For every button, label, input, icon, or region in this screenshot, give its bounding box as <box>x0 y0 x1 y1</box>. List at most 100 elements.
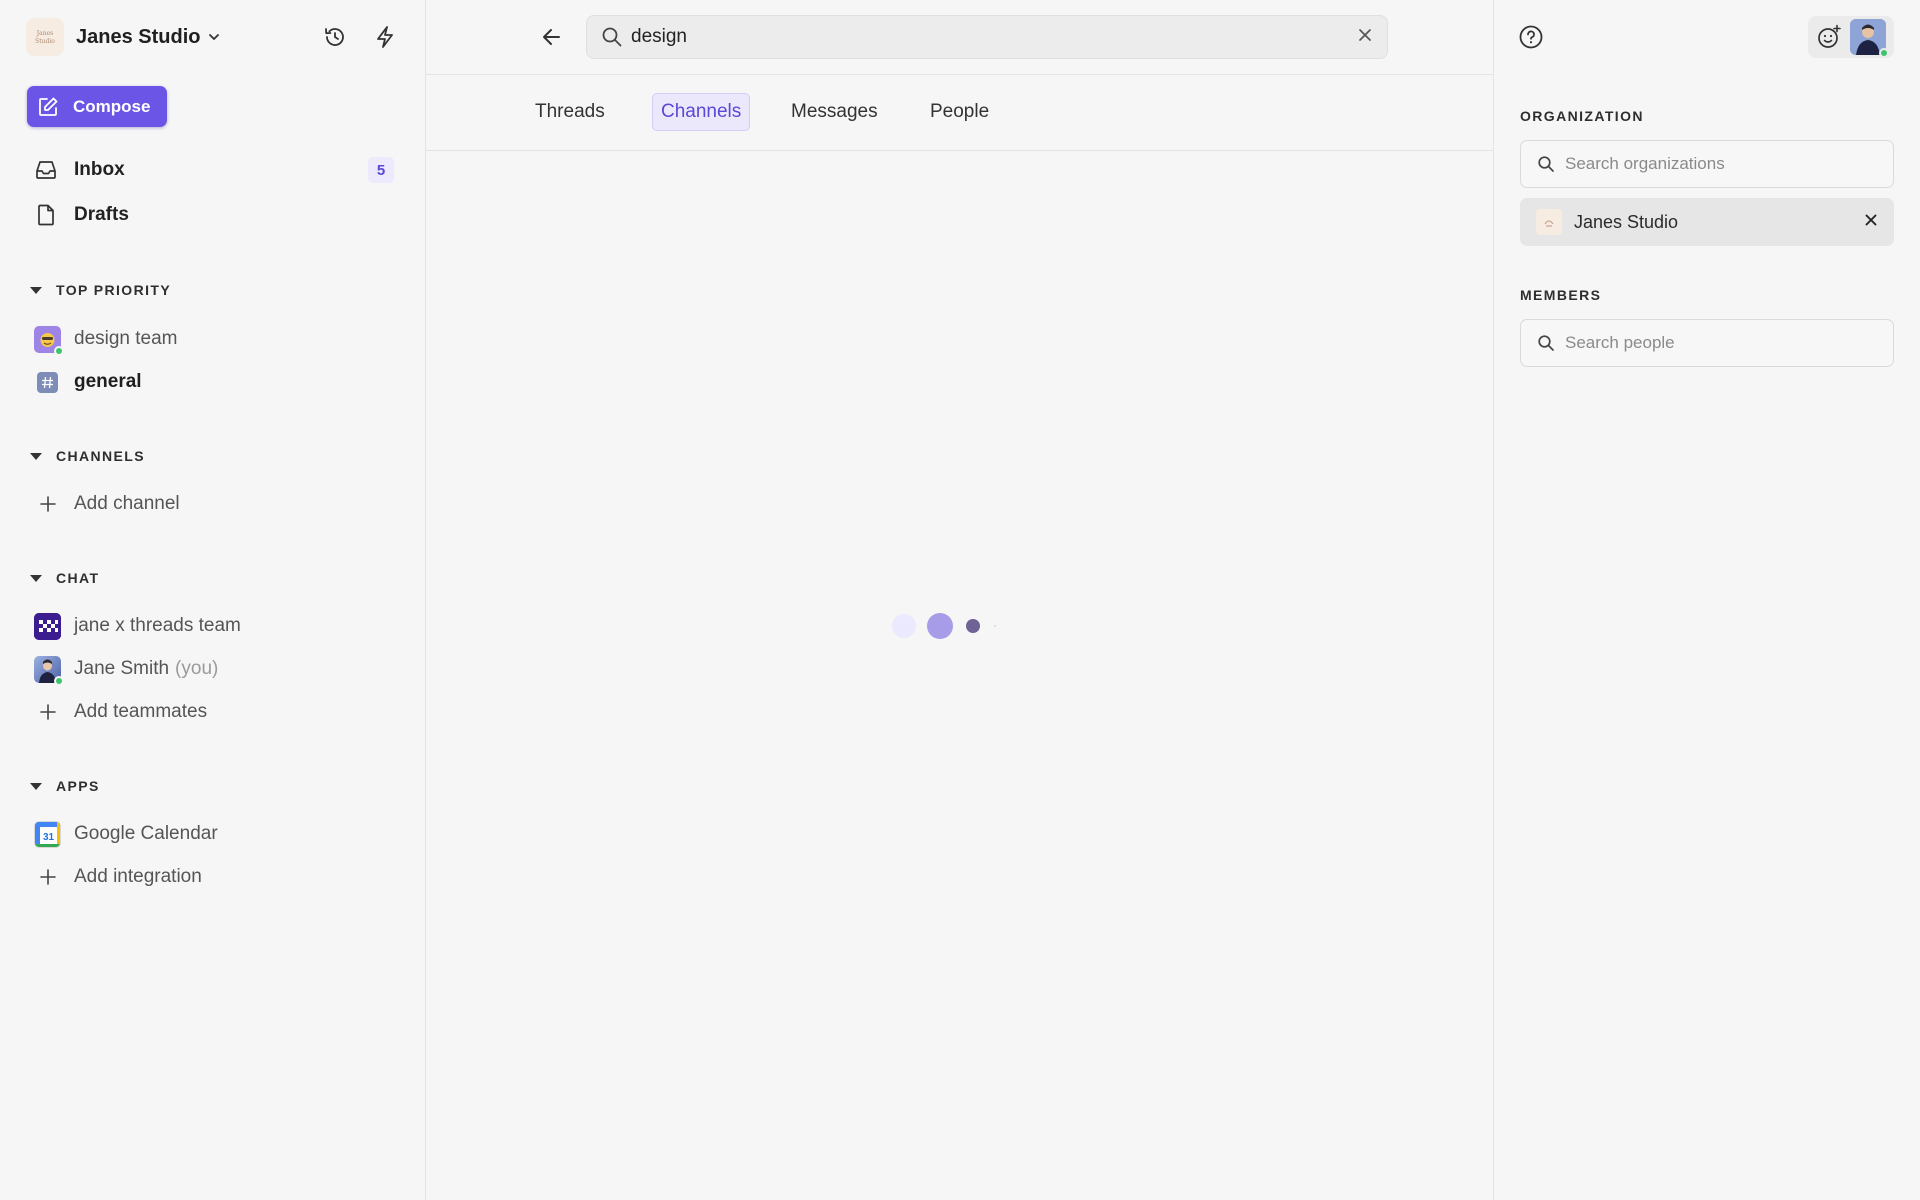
selected-organization-chip: Janes Studio <box>1520 198 1894 246</box>
caret-down-icon <box>30 286 42 294</box>
search-icon <box>1538 156 1554 172</box>
caret-down-icon <box>30 574 42 582</box>
workspace-actions <box>321 23 399 51</box>
loader-dot <box>966 619 980 633</box>
organization-search <box>1520 140 1894 188</box>
question-circle-icon <box>1519 25 1543 49</box>
section-top-priority-title: TOP PRIORITY <box>56 282 172 298</box>
back-button[interactable] <box>538 22 566 57</box>
checker-pattern-graphic <box>34 612 61 640</box>
workspace-header: Janes Studio Janes Studio <box>0 0 425 74</box>
workspace-name[interactable]: Janes Studio <box>76 26 200 49</box>
app-root: Janes Studio Janes Studio Compose Inbox … <box>0 0 1920 1200</box>
section-apps-toggle[interactable]: APPS <box>30 776 100 796</box>
search-bar <box>586 15 1388 59</box>
workspace-logo[interactable]: Janes Studio <box>26 18 64 56</box>
avatar[interactable] <box>1850 19 1889 58</box>
section-chat-title: CHAT <box>56 570 100 586</box>
add-channel-label: Add channel <box>74 493 180 514</box>
clear-search-button[interactable] <box>1357 27 1373 48</box>
arrow-left-icon <box>543 29 560 45</box>
hash-glyph <box>42 376 53 388</box>
section-top-priority-toggle[interactable]: TOP PRIORITY <box>30 280 171 300</box>
loader-dot <box>927 613 953 639</box>
inbox-count-badge: 5 <box>368 157 394 183</box>
design-team-label: design team <box>74 328 178 349</box>
sidebar-item-jane-x-threads-team[interactable]: jane x threads team <box>34 610 394 642</box>
smiley-plus-icon <box>1818 24 1841 48</box>
user-status-chip[interactable] <box>1808 16 1894 58</box>
jane-smith-label: Jane Smith <box>74 658 170 679</box>
add-channel-button[interactable]: Add channel <box>34 488 394 520</box>
emoji-avatar-icon <box>34 325 64 356</box>
general-label: general <box>74 371 142 392</box>
plus-icon <box>38 494 58 514</box>
history-icon <box>325 28 344 46</box>
sidebar-item-jane-smith[interactable]: Jane Smith (you) <box>34 653 394 686</box>
lightning-icon <box>377 26 393 48</box>
user-avatar-icon <box>34 655 64 686</box>
organization-logo <box>1536 209 1562 235</box>
google-calendar-label: Google Calendar <box>74 823 218 844</box>
hash-icon <box>37 371 58 393</box>
tab-people[interactable]: People <box>922 93 997 131</box>
sidebar: Janes Studio Janes Studio Compose Inbox … <box>0 0 426 1200</box>
add-integration-button[interactable]: Add integration <box>34 861 394 893</box>
online-status-dot <box>54 675 64 686</box>
section-chat-toggle[interactable]: CHAT <box>30 568 99 588</box>
members-heading: MEMBERS <box>1520 287 1602 303</box>
search-tabs: Threads Channels Messages People <box>426 75 1493 151</box>
caret-down-icon <box>30 782 42 790</box>
members-search-input[interactable] <box>1565 333 1877 353</box>
add-teammates-button[interactable]: Add teammates <box>34 696 394 728</box>
you-suffix: (you) <box>175 658 219 679</box>
svg-text:Studio: Studio <box>35 38 55 45</box>
pattern-avatar-icon <box>34 612 61 640</box>
loader-dot <box>994 625 996 627</box>
plus-icon <box>38 702 58 722</box>
search-input[interactable] <box>631 26 1349 48</box>
caret-down-icon <box>30 452 42 460</box>
organization-heading: ORGANIZATION <box>1520 108 1644 124</box>
document-icon <box>38 204 54 226</box>
section-channels-toggle[interactable]: CHANNELS <box>30 446 145 466</box>
chevron-down-icon[interactable] <box>208 31 220 43</box>
svg-text:Janes: Janes <box>36 30 53 37</box>
compose-button[interactable]: Compose <box>27 86 167 127</box>
pencil-square-icon <box>39 97 58 116</box>
drafts-label: Drafts <box>74 204 129 225</box>
search-icon <box>602 27 622 47</box>
remove-organization-button[interactable] <box>1864 213 1878 232</box>
sidebar-item-design-team[interactable]: design team <box>34 323 394 356</box>
search-topbar <box>426 0 1493 75</box>
calendar-day-number: 31 <box>43 832 55 843</box>
tab-threads[interactable]: Threads <box>527 93 613 131</box>
help-button[interactable] <box>1518 24 1544 55</box>
calendar-31-icon: 31 <box>34 820 61 848</box>
history-button[interactable] <box>321 23 349 51</box>
search-results-pane: Threads Channels Messages People <box>426 0 1494 1200</box>
activity-button[interactable] <box>371 23 399 51</box>
organization-search-input[interactable] <box>1565 154 1877 174</box>
loader-dot <box>892 614 916 638</box>
tab-channels[interactable]: Channels <box>652 93 751 131</box>
studio-logo-mark <box>1544 220 1554 227</box>
section-apps-title: APPS <box>56 778 100 794</box>
add-integration-label: Add integration <box>74 866 202 887</box>
close-icon <box>1359 28 1371 41</box>
nav-drafts[interactable]: Drafts <box>34 200 394 230</box>
search-icon <box>1538 335 1554 351</box>
inbox-label: Inbox <box>74 159 125 180</box>
online-status-dot <box>1879 48 1889 58</box>
filters-panel: ORGANIZATION Janes Studio MEMBERS <box>1494 0 1920 1200</box>
online-status-dot <box>54 345 64 356</box>
selected-organization-name: Janes Studio <box>1574 211 1679 232</box>
workspace-logo-mark: Janes Studio <box>35 30 55 45</box>
jane-x-threads-team-label: jane x threads team <box>74 615 241 636</box>
sidebar-item-google-calendar[interactable]: 31 Google Calendar <box>34 818 394 850</box>
nav-inbox[interactable]: Inbox 5 <box>34 155 394 185</box>
tab-messages[interactable]: Messages <box>783 93 886 131</box>
inbox-icon <box>36 161 56 179</box>
sidebar-item-general[interactable]: general <box>34 366 394 398</box>
plus-icon <box>38 867 58 887</box>
